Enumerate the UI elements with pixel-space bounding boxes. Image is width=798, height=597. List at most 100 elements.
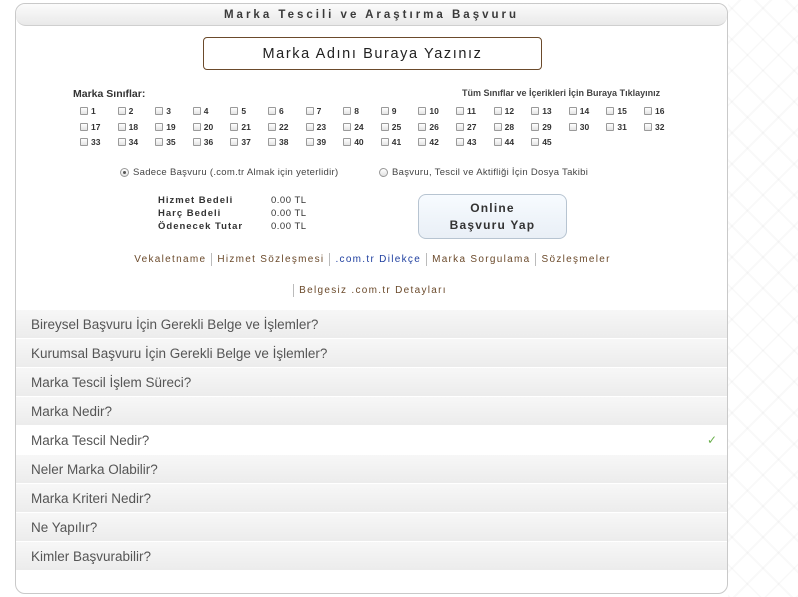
class-checkbox-15[interactable]: 15: [606, 106, 627, 116]
class-checkbox-36[interactable]: 36: [192, 137, 213, 147]
class-checkbox-6[interactable]: 6: [268, 106, 284, 116]
checkbox[interactable]: [418, 122, 427, 131]
checkbox[interactable]: [230, 122, 239, 131]
faq-item[interactable]: Ne Yapılır?: [16, 512, 727, 541]
faq-item[interactable]: Marka Nedir?: [16, 396, 727, 425]
class-checkbox-33[interactable]: 33: [80, 137, 100, 147]
class-checkbox-19[interactable]: 19: [155, 122, 176, 132]
checkbox[interactable]: [343, 107, 352, 115]
class-checkbox-21[interactable]: 21: [230, 122, 251, 132]
checkbox[interactable]: [456, 122, 464, 131]
checkbox[interactable]: [380, 107, 389, 115]
faq-item[interactable]: Kimler Başvurabilir?: [16, 541, 727, 570]
link-marka-sorgulama[interactable]: Marka Sorgulama: [427, 254, 535, 265]
checkbox[interactable]: [230, 107, 239, 115]
checkbox[interactable]: [155, 122, 164, 131]
class-checkbox-1[interactable]: 1: [80, 106, 96, 116]
link-vekaletname[interactable]: Vekaletname: [129, 254, 211, 265]
checkbox[interactable]: [305, 107, 314, 115]
link-belgesiz[interactable]: Belgesiz .com.tr Detayları: [294, 285, 452, 296]
class-checkbox-34[interactable]: 34: [117, 137, 138, 147]
class-checkbox-17[interactable]: 17: [80, 122, 100, 132]
checkbox[interactable]: [418, 138, 427, 146]
checkbox[interactable]: [117, 107, 126, 115]
class-checkbox-27[interactable]: 27: [456, 122, 476, 132]
class-checkbox-16[interactable]: 16: [644, 106, 664, 116]
class-checkbox-26[interactable]: 26: [418, 122, 439, 132]
all-classes-link[interactable]: Tüm Sınıflar ve İçerikleri İçin Buraya T…: [462, 88, 660, 98]
checkbox[interactable]: [192, 122, 201, 131]
checkbox[interactable]: [192, 107, 201, 115]
class-checkbox-2[interactable]: 2: [117, 106, 133, 116]
checkbox[interactable]: [493, 138, 502, 146]
class-checkbox-39[interactable]: 39: [305, 137, 326, 147]
class-checkbox-13[interactable]: 13: [531, 106, 552, 116]
checkbox[interactable]: [531, 138, 540, 146]
faq-item[interactable]: Bireysel Başvuru İçin Gerekli Belge ve İ…: [16, 309, 727, 338]
checkbox[interactable]: [456, 107, 464, 115]
checkbox[interactable]: [456, 138, 464, 146]
class-checkbox-12[interactable]: 12: [493, 106, 514, 116]
class-checkbox-20[interactable]: 20: [192, 122, 213, 132]
option-basic[interactable]: Sadece Başvuru (.com.tr Almak için yeter…: [120, 167, 338, 178]
class-checkbox-41[interactable]: 41: [380, 137, 401, 147]
class-checkbox-35[interactable]: 35: [155, 137, 176, 147]
checkbox[interactable]: [493, 107, 502, 115]
class-checkbox-37[interactable]: 37: [230, 137, 251, 147]
checkbox[interactable]: [644, 122, 652, 131]
checkbox[interactable]: [531, 122, 540, 131]
class-checkbox-29[interactable]: 29: [531, 122, 552, 132]
class-checkbox-30[interactable]: 30: [568, 122, 589, 132]
online-apply-button[interactable]: Online Başvuru Yap: [418, 194, 567, 239]
class-checkbox-40[interactable]: 40: [343, 137, 364, 147]
checkbox[interactable]: [155, 138, 164, 146]
faq-item[interactable]: Marka Tescil İşlem Süreci?: [16, 367, 727, 396]
checkbox[interactable]: [493, 122, 502, 131]
checkbox[interactable]: [268, 138, 276, 146]
faq-item[interactable]: Marka Kriteri Nedir?: [16, 483, 727, 512]
class-checkbox-5[interactable]: 5: [230, 106, 246, 116]
class-checkbox-4[interactable]: 4: [192, 106, 209, 116]
checkbox[interactable]: [192, 138, 201, 146]
class-checkbox-31[interactable]: 31: [606, 122, 627, 132]
class-checkbox-38[interactable]: 38: [268, 137, 288, 147]
class-checkbox-3[interactable]: 3: [155, 106, 171, 116]
class-checkbox-24[interactable]: 24: [343, 122, 364, 132]
checkbox[interactable]: [117, 122, 126, 131]
faq-item[interactable]: Neler Marka Olabilir?: [16, 454, 727, 483]
class-checkbox-28[interactable]: 28: [493, 122, 514, 132]
class-checkbox-44[interactable]: 44: [493, 137, 514, 147]
class-checkbox-8[interactable]: 8: [343, 106, 359, 116]
option-full[interactable]: Başvuru, Tescil ve Aktifliği İçin Dosya …: [379, 167, 588, 178]
link-sozlesmeler[interactable]: Sözleşmeler: [536, 254, 615, 265]
class-checkbox-32[interactable]: 32: [644, 122, 664, 132]
checkbox[interactable]: [268, 107, 276, 115]
class-checkbox-18[interactable]: 18: [117, 122, 138, 132]
class-checkbox-7[interactable]: 7: [305, 106, 321, 116]
checkbox[interactable]: [80, 107, 88, 115]
checkbox[interactable]: [155, 107, 164, 115]
faq-item-active[interactable]: Marka Tescil Nedir? ✓: [16, 425, 727, 454]
radio-basic[interactable]: [120, 168, 129, 177]
checkbox[interactable]: [117, 138, 126, 146]
checkbox[interactable]: [305, 138, 314, 146]
class-checkbox-23[interactable]: 23: [305, 122, 326, 132]
checkbox[interactable]: [568, 122, 577, 131]
checkbox[interactable]: [606, 122, 615, 131]
checkbox[interactable]: [80, 122, 88, 131]
checkbox[interactable]: [644, 107, 652, 115]
checkbox[interactable]: [305, 122, 314, 131]
class-checkbox-14[interactable]: 14: [568, 106, 589, 116]
checkbox[interactable]: [230, 138, 239, 146]
checkbox[interactable]: [568, 107, 577, 115]
class-checkbox-9[interactable]: 9: [380, 106, 397, 116]
checkbox[interactable]: [80, 138, 88, 146]
checkbox[interactable]: [380, 138, 389, 146]
class-checkbox-45[interactable]: 45: [531, 137, 552, 147]
faq-item[interactable]: Kurumsal Başvuru İçin Gerekli Belge ve İ…: [16, 338, 727, 367]
class-checkbox-43[interactable]: 43: [456, 137, 476, 147]
checkbox[interactable]: [531, 107, 540, 115]
class-checkbox-10[interactable]: 10: [418, 106, 439, 116]
checkbox[interactable]: [380, 122, 389, 131]
class-checkbox-42[interactable]: 42: [418, 137, 439, 147]
